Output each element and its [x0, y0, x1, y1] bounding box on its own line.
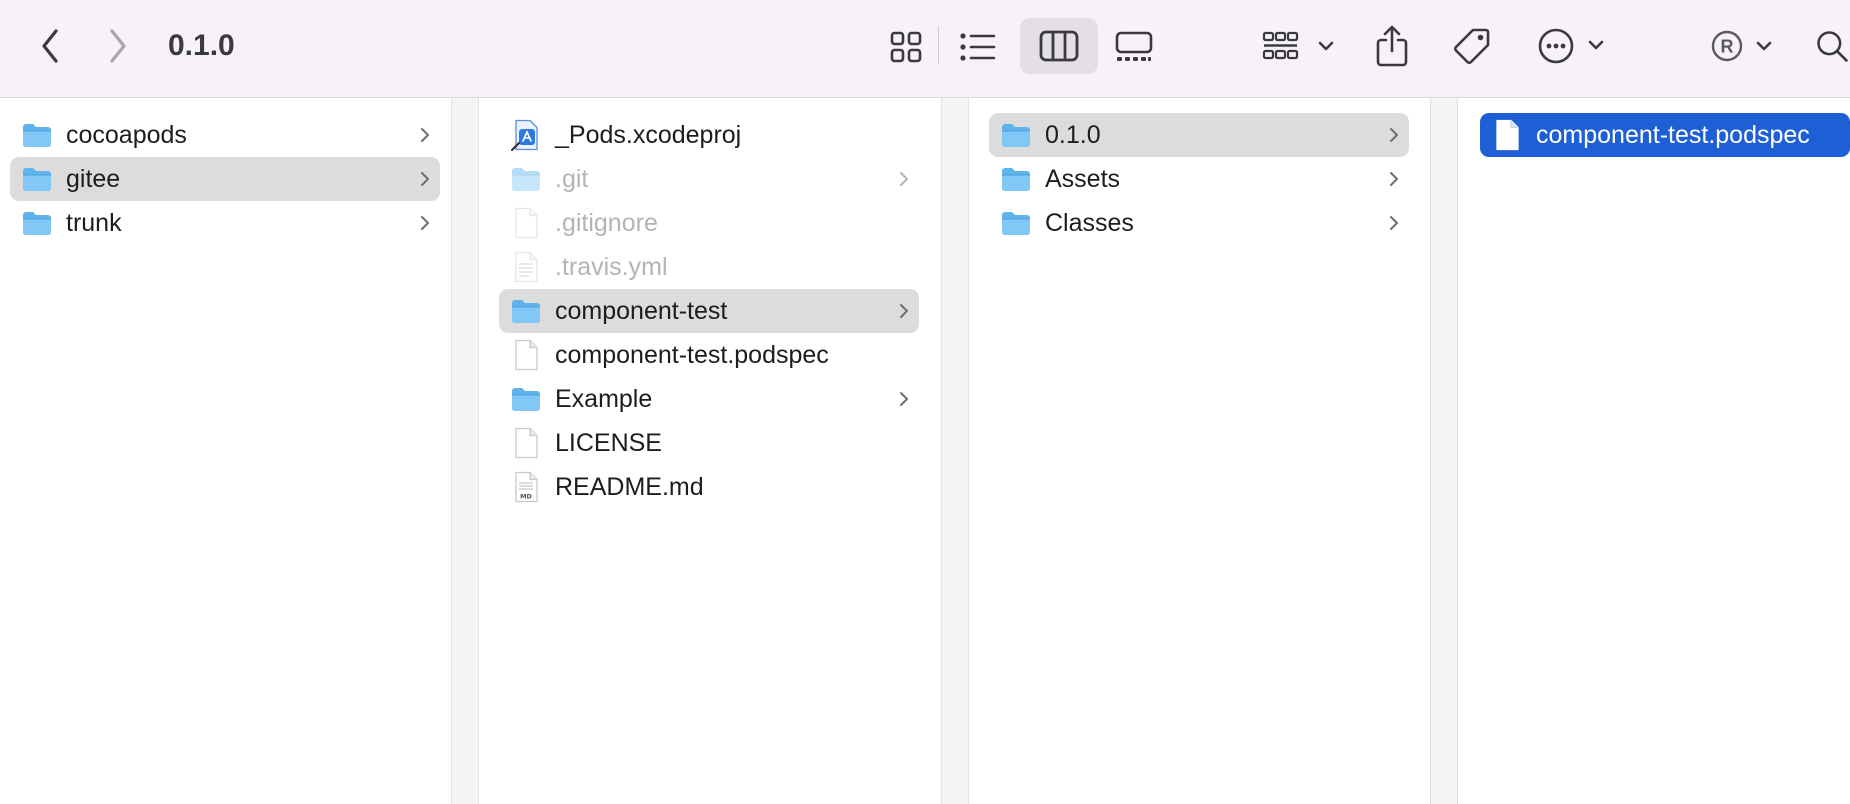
file-icon: [1490, 118, 1524, 152]
list-item[interactable]: component-test: [499, 289, 919, 333]
list-item[interactable]: Classes: [989, 201, 1409, 245]
list-item[interactable]: Example: [499, 377, 919, 421]
markdown-file-icon: MD: [509, 470, 543, 504]
chevron-left-icon: [42, 29, 58, 63]
list-item[interactable]: LICENSE: [499, 421, 919, 465]
file-icon: [509, 426, 543, 460]
item-label: README.md: [555, 472, 704, 501]
list-item[interactable]: _Pods.xcodeproj: [499, 113, 919, 157]
folder-icon: [20, 162, 54, 196]
list-item[interactable]: cocoapods: [10, 113, 440, 157]
toolbar-divider: [938, 26, 939, 64]
item-label: .git: [555, 164, 589, 193]
list-item[interactable]: gitee: [10, 157, 440, 201]
gallery-view-icon: [1115, 31, 1153, 61]
folder-icon: [999, 206, 1033, 240]
list-item[interactable]: component-test.podspec: [1480, 113, 1850, 157]
disclosure-chevron-icon: [1387, 123, 1401, 147]
text-file-icon: [509, 250, 543, 284]
item-label: cocoapods: [66, 120, 187, 149]
gallery-view-button[interactable]: [1112, 25, 1156, 69]
list-item[interactable]: 0.1.0: [989, 113, 1409, 157]
chevron-right-icon: [110, 29, 126, 63]
svg-text:R: R: [1721, 37, 1734, 57]
column-3: 0.1.0 Assets Classes: [969, 98, 1430, 804]
column-1: cocoapods gitee trunk: [0, 98, 451, 804]
column-4: component-test.podspec: [1458, 98, 1850, 804]
item-label: trunk: [66, 208, 122, 237]
item-label: _Pods.xcodeproj: [555, 120, 742, 149]
more-actions-button[interactable]: [1536, 24, 1608, 68]
grid-view-icon: [890, 31, 922, 63]
list-view-button[interactable]: [956, 25, 1000, 69]
column-divider[interactable]: [941, 98, 969, 804]
tag-icon: [1454, 28, 1490, 64]
item-label: Assets: [1045, 164, 1121, 193]
share-button[interactable]: [1372, 22, 1412, 70]
column-view-icon-wrap: [1038, 28, 1080, 64]
list-item[interactable]: .travis.yml: [499, 245, 919, 289]
search-button[interactable]: [1814, 26, 1850, 66]
file-icon: [509, 206, 543, 240]
file-icon: [509, 338, 543, 372]
disclosure-chevron-icon: [418, 123, 432, 147]
column-2: _Pods.xcodeproj .git .gitignore .travis.yml…: [479, 98, 941, 804]
column-divider[interactable]: [1430, 98, 1458, 804]
icon-view-button[interactable]: [884, 25, 928, 69]
disclosure-chevron-icon: [897, 387, 911, 411]
list-item[interactable]: .git: [499, 157, 919, 201]
folder-icon: [509, 382, 543, 416]
item-label: component-test.podspec: [1536, 120, 1810, 149]
xcode-project-icon: [509, 118, 543, 152]
disclosure-chevron-icon: [1387, 167, 1401, 191]
column-divider[interactable]: [451, 98, 479, 804]
window-title: 0.1.0: [168, 29, 235, 62]
disclosure-chevron-icon: [1387, 211, 1401, 235]
folder-icon: [999, 118, 1033, 152]
disclosure-chevron-icon: [897, 299, 911, 323]
back-button[interactable]: [30, 26, 70, 66]
list-view-icon: [960, 33, 996, 61]
item-label: component-test: [555, 296, 728, 325]
item-label: Classes: [1045, 208, 1134, 237]
folder-icon: [509, 294, 543, 328]
item-label: .gitignore: [555, 208, 658, 237]
item-label: .travis.yml: [555, 252, 668, 281]
folder-icon: [20, 206, 54, 240]
svg-text:MD: MD: [520, 493, 532, 501]
list-item[interactable]: trunk: [10, 201, 440, 245]
group-icon: [1262, 31, 1334, 60]
more-icon: [1538, 28, 1604, 64]
folder-icon: [509, 162, 543, 196]
item-label: gitee: [66, 164, 121, 193]
column-view-icon: [1039, 30, 1079, 62]
list-item[interactable]: MD README.md: [499, 465, 919, 509]
item-label: Example: [555, 384, 653, 413]
share-icon: [1376, 25, 1408, 67]
search-icon: [1817, 31, 1848, 62]
item-label: 0.1.0: [1045, 120, 1101, 149]
folder-icon: [999, 162, 1033, 196]
account-button[interactable]: R: [1710, 26, 1776, 66]
toolbar: 0.1.0 R: [0, 0, 1850, 98]
disclosure-chevron-icon: [418, 211, 432, 235]
column-browser: cocoapods gitee trunk _Pods.xcodeproj .git.…: [0, 98, 1850, 804]
disclosure-chevron-icon: [897, 167, 911, 191]
disclosure-chevron-icon: [418, 167, 432, 191]
account-icon: R: [1711, 30, 1772, 62]
list-item[interactable]: Assets: [989, 157, 1409, 201]
group-button[interactable]: [1260, 25, 1340, 69]
item-label: LICENSE: [555, 428, 662, 457]
tag-button[interactable]: [1450, 24, 1494, 68]
forward-button[interactable]: [98, 26, 138, 66]
list-item[interactable]: component-test.podspec: [499, 333, 919, 377]
item-label: component-test.podspec: [555, 340, 829, 369]
list-item[interactable]: .gitignore: [499, 201, 919, 245]
folder-icon: [20, 118, 54, 152]
